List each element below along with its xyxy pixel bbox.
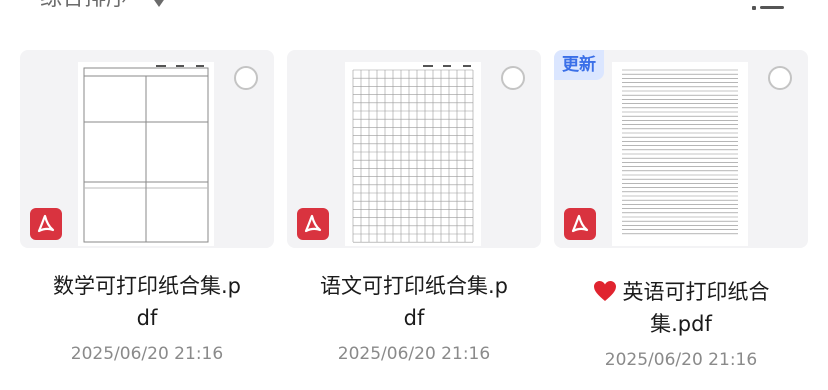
list-view-icon[interactable]: [752, 0, 784, 16]
pdf-icon: [30, 208, 62, 240]
select-checkbox[interactable]: [768, 66, 792, 90]
pdf-icon: [564, 208, 596, 240]
file-date: 2025/06/20 21:16: [70, 344, 224, 364]
select-checkbox[interactable]: [501, 66, 525, 90]
file-name-text: 英语可打印纸合: [622, 280, 770, 304]
file-name-line: df: [403, 306, 425, 330]
pdf-icon: [297, 208, 329, 240]
file-card-math[interactable]: [20, 50, 274, 248]
file-name[interactable]: 英语可打印纸合 集.pdf: [554, 276, 808, 340]
file-date: 2025/06/20 21:16: [604, 350, 758, 370]
heart-icon: [593, 279, 617, 301]
file-name-line: 英语可打印纸合: [554, 276, 808, 308]
caret-down-icon[interactable]: [150, 0, 168, 8]
file-date: 2025/06/20 21:16: [337, 344, 491, 364]
update-badge: 更新: [554, 50, 604, 80]
select-checkbox[interactable]: [234, 66, 258, 90]
file-name-line: 集.pdf: [650, 312, 712, 336]
file-name-line: 语文可打印纸合集.p: [319, 274, 508, 298]
file-card-english[interactable]: 更新: [554, 50, 808, 248]
file-name-line: 数学可打印纸合集.p: [52, 274, 241, 298]
sort-dropdown-label[interactable]: 综合排序: [40, 0, 128, 14]
file-thumbnail: [612, 62, 748, 246]
file-card-chinese[interactable]: [287, 50, 541, 248]
top-toolbar: 综合排序: [0, 0, 828, 24]
file-name-line: df: [136, 306, 158, 330]
file-name[interactable]: 数学可打印纸合集.p df: [20, 270, 274, 334]
file-thumbnail: [78, 62, 214, 246]
file-thumbnail: [345, 62, 481, 246]
file-grid-screen: 综合排序: [0, 0, 828, 390]
file-name[interactable]: 语文可打印纸合集.p df: [287, 270, 541, 334]
